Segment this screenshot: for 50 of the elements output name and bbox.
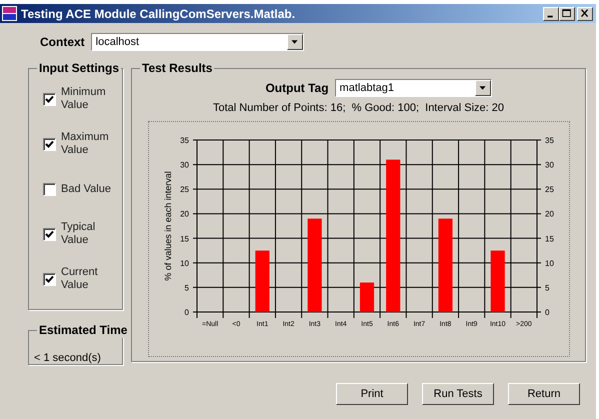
check-icon (45, 140, 54, 148)
checkbox[interactable] (43, 182, 56, 196)
check-icon (45, 94, 54, 104)
estimated-time-value: < 1 second(s) (34, 352, 101, 364)
group-title: Input Settings (37, 60, 121, 76)
y-tick-label: 25 (544, 184, 554, 194)
checkbox-label: Bad Value (61, 182, 112, 196)
y-tick-label: 15 (180, 234, 188, 243)
checkbox[interactable] (43, 228, 56, 240)
y-tick-label: 0 (544, 308, 549, 316)
output-tag-dropdown[interactable]: matlabtag1 (334, 79, 492, 97)
y-tick-label: 15 (544, 234, 554, 243)
dialog-button[interactable]: Run Tests (422, 383, 494, 405)
y-tick-label: 30 (544, 160, 554, 170)
check-icon (45, 230, 54, 238)
y-tick-label: 35 (180, 136, 188, 144)
y-tick-label: 10 (180, 258, 188, 268)
summary-text: Total Number of Points: 16; % Good: 100; Interval Size: 20 (212, 101, 504, 116)
y-tick-label: 30 (180, 160, 188, 170)
checkbox[interactable] (43, 138, 56, 150)
minimize-icon[interactable] (543, 6, 559, 20)
app-icon (2, 6, 17, 21)
y-axis-title: % of values in each interval (162, 170, 172, 280)
close-icon[interactable] (577, 6, 593, 20)
checkbox-label: Minimum Value (61, 86, 107, 112)
checkbox[interactable] (43, 272, 56, 286)
chart-bar (254, 250, 269, 312)
context-dropdown[interactable]: localhost (90, 33, 304, 51)
y-tick-label: 35 (544, 136, 554, 144)
maximize-icon[interactable] (559, 6, 575, 20)
group-title: Estimated Time (37, 322, 130, 338)
checkbox-label: Maximum Value (61, 131, 110, 157)
y-tick-label: 25 (180, 184, 188, 194)
dialog-button[interactable]: Print (336, 383, 408, 405)
y-tick-label: 5 (184, 282, 188, 292)
chart-bar (359, 282, 374, 312)
dialog-button[interactable]: Return (508, 383, 580, 405)
window-title: Testing ACE Module CallingComServers.Matlab. (21, 6, 296, 22)
y-tick-label: 20 (544, 209, 554, 218)
y-tick-label: 0 (184, 308, 188, 316)
chart-bar (490, 250, 504, 312)
checkbox-label: Current Value (61, 266, 99, 292)
checkbox-label: Typical Value (61, 221, 96, 247)
y-tick-label: 5 (544, 282, 549, 292)
checkbox[interactable] (43, 92, 56, 106)
y-tick-label: 10 (544, 258, 554, 268)
output-tag-label: Output Tag (265, 80, 329, 97)
context-label: Context (40, 34, 85, 51)
check-icon (45, 274, 54, 284)
y-tick-label: 20 (180, 209, 188, 218)
